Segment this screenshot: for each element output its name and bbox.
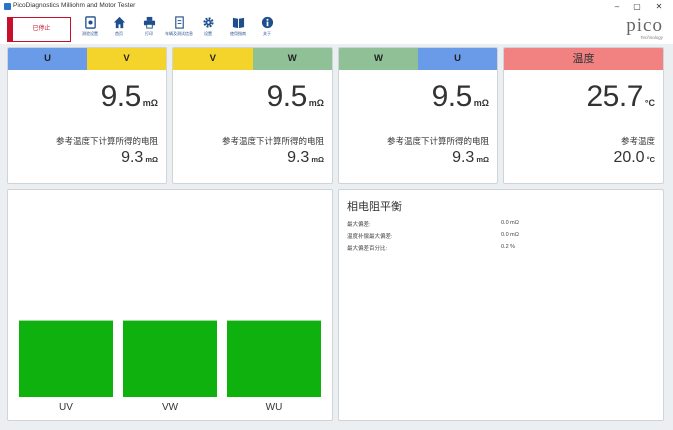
stop-button-label: 已停止 (32, 26, 51, 32)
phase-label-w: W (252, 48, 332, 70)
tool-about[interactable]: 关于 (252, 16, 282, 42)
phase-label-u: U (418, 48, 497, 70)
bar-label-vw: VW (162, 402, 179, 413)
reference-temperature-label: 参考温度 (620, 136, 655, 146)
temperature-unit: °C (644, 98, 655, 108)
title-bar: PicoDiagnostics Milliohm and Motor Teste… (0, 0, 673, 14)
minimize-button[interactable]: – (606, 0, 628, 14)
resistance-value: 9.5 (266, 80, 308, 113)
tool-label: 使用指南 (230, 31, 246, 36)
card-header: U V (8, 48, 166, 70)
bar-chart-svg: UV VW WU (19, 320, 321, 413)
reference-temperature-reading: 20.0 °C (613, 149, 655, 167)
temperature-reading: 25.7 °C (587, 80, 656, 114)
card-header: 温度 (504, 48, 663, 70)
bar-wu (227, 320, 321, 397)
resistance-value: 9.5 (431, 80, 473, 113)
tool-label: 车辆及测试信息 (165, 31, 193, 36)
phase-label-v: V (173, 48, 253, 70)
compensated-unit: mΩ (476, 155, 489, 164)
resistance-reading: 9.5 mΩ (101, 80, 158, 114)
tool-label: 测验设置 (82, 31, 98, 36)
tool-guide[interactable]: 使用指南 (223, 16, 253, 42)
balance-row-label: 最大偏差百分比: (347, 246, 388, 252)
compensated-label: 参考温度下计算所得的电阻 (386, 136, 489, 146)
tool-report[interactable]: 车辆及测试信息 (164, 16, 194, 42)
compensated-reading: 9.3 mΩ (287, 149, 324, 167)
balance-row-deviation-percent: 最大偏差百分比: 0.2 % (347, 244, 657, 254)
compensated-value: 9.3 (452, 149, 475, 166)
balance-row-label: 最大偏差: (347, 222, 371, 228)
stop-button[interactable]: 已停止 (7, 17, 71, 42)
resistance-reading: 9.5 mΩ (432, 80, 489, 114)
resistance-reading: 9.5 mΩ (267, 80, 324, 114)
resistance-card-wu: W U 9.5 mΩ 参考温度下计算所得的电阻 9.3 mΩ (338, 47, 498, 184)
report-icon (174, 16, 184, 29)
logo-text: pico (626, 15, 663, 36)
home-icon (113, 16, 125, 29)
resistance-unit: mΩ (473, 98, 489, 108)
print-icon (143, 16, 155, 29)
balance-row-compensated-deviation: 温度补偿最大偏差: 0.0 mΩ (347, 232, 657, 242)
balance-row-label: 温度补偿最大偏差: (347, 234, 393, 240)
compensated-label: 参考温度下计算所得的电阻 (221, 136, 324, 146)
temperature-value: 25.7 (586, 80, 644, 113)
info-icon (261, 16, 273, 29)
tool-settings[interactable]: 设置 (193, 16, 223, 42)
tool-home[interactable]: 首页 (104, 16, 134, 42)
book-icon (232, 17, 244, 29)
phase-label-w: W (339, 48, 418, 70)
compensated-value: 9.3 (121, 149, 144, 166)
reference-temperature-unit: °C (646, 155, 655, 164)
tool-label: 设置 (204, 31, 212, 36)
sensor-settings-icon (84, 16, 96, 29)
balance-row-max-deviation: 最大偏差: 0.0 mΩ (347, 220, 657, 230)
resistance-value: 9.5 (100, 80, 142, 113)
phase-label-u: U (8, 48, 87, 70)
resistance-card-vw: V W 9.5 mΩ 参考温度下计算所得的电阻 9.3 mΩ (172, 47, 333, 184)
temperature-header: 温度 (504, 48, 663, 70)
tool-label: 打印 (145, 31, 153, 36)
balance-row-value: 0.2 % (501, 244, 516, 250)
bar-uv (19, 320, 113, 397)
tool-sensor-settings[interactable]: 测验设置 (75, 16, 105, 42)
phase-balance-panel: 相电阻平衡 最大偏差: 0.0 mΩ 温度补偿最大偏差: 0.0 mΩ 最大偏差… (338, 189, 664, 421)
maximize-button[interactable]: ▢ (626, 0, 648, 14)
gear-icon (202, 17, 214, 28)
card-header: W U (339, 48, 497, 70)
bar-label-uv: UV (59, 402, 73, 413)
resistance-unit: mΩ (308, 98, 324, 108)
tool-label: 关于 (263, 31, 271, 36)
window-title: PicoDiagnostics Milliohm and Motor Teste… (13, 2, 136, 9)
balance-row-value: 0.0 mΩ (501, 232, 519, 238)
compensated-unit: mΩ (311, 155, 324, 164)
card-header: V W (173, 48, 332, 70)
toolbar: 已停止 测验设置 首页 打印 车辆及测试信息 设置 使用指南 关于 pico T… (0, 14, 673, 44)
compensated-label: 参考温度下计算所得的电阻 (55, 136, 158, 146)
app-icon (4, 3, 11, 10)
resistance-bar-chart: UV VW WU (7, 189, 333, 421)
compensated-value: 9.3 (287, 149, 310, 166)
pico-logo: pico Technology (626, 15, 663, 40)
bar-label-wu: WU (266, 402, 283, 413)
reference-temperature-value: 20.0 (613, 149, 645, 166)
compensated-reading: 9.3 mΩ (121, 149, 158, 167)
bar-vw (123, 320, 217, 397)
tool-label: 首页 (115, 31, 123, 36)
tool-print[interactable]: 打印 (134, 16, 164, 42)
compensated-unit: mΩ (145, 155, 158, 164)
balance-row-value: 0.0 mΩ (501, 220, 519, 226)
resistance-card-uv: U V 9.5 mΩ 参考温度下计算所得的电阻 9.3 mΩ (7, 47, 167, 184)
temperature-card: 温度 25.7 °C 参考温度 20.0 °C (503, 47, 664, 184)
compensated-reading: 9.3 mΩ (452, 149, 489, 167)
resistance-unit: mΩ (142, 98, 158, 108)
close-button[interactable]: ✕ (648, 0, 670, 14)
balance-title: 相电阻平衡 (347, 201, 402, 213)
phase-label-v: V (87, 48, 166, 70)
